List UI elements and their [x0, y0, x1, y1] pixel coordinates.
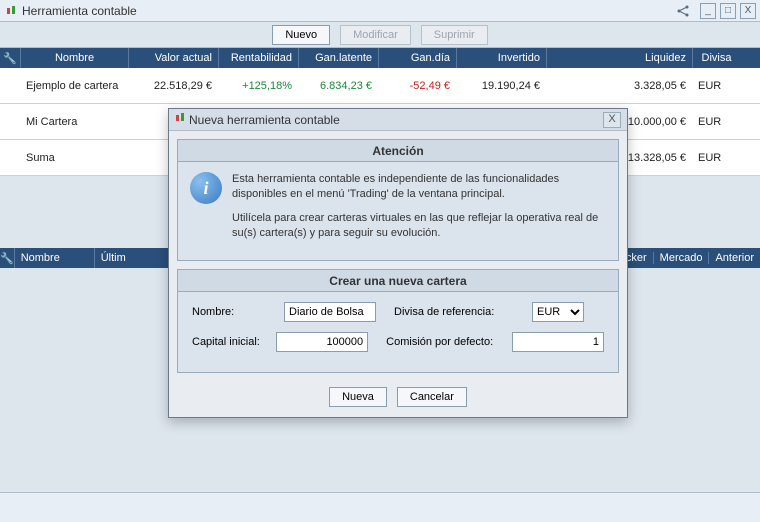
modificar-button: Modificar — [340, 25, 411, 45]
col-ultimo[interactable]: Últim — [94, 248, 144, 268]
attention-header: Atención — [178, 140, 618, 162]
col-valor[interactable]: Valor actual — [128, 48, 218, 68]
col-nombre[interactable]: Nombre — [20, 48, 128, 68]
comision-label: Comisión por defecto: — [386, 336, 504, 348]
window-title: Herramienta contable — [22, 4, 676, 18]
capital-input[interactable] — [276, 332, 368, 352]
capital-label: Capital inicial: — [192, 336, 268, 348]
divisa-select[interactable]: EUR — [532, 302, 584, 322]
nuevo-button[interactable]: Nuevo — [272, 25, 330, 45]
table-row[interactable]: Ejemplo de cartera 22.518,29 € +125,18% … — [0, 68, 760, 104]
dialog-title: Nueva herramienta contable — [189, 113, 603, 127]
attention-text: Esta herramienta contable es independien… — [232, 172, 606, 250]
minimize-button[interactable]: _ — [700, 3, 716, 19]
divisa-label: Divisa de referencia: — [394, 306, 524, 318]
wrench-icon[interactable]: 🔧 — [0, 252, 14, 265]
dialog-close-button[interactable]: X — [603, 112, 621, 128]
nombre-label: Nombre: — [192, 306, 276, 318]
info-icon: i — [190, 172, 222, 204]
nueva-button[interactable]: Nueva — [329, 387, 387, 407]
create-header: Crear una nueva cartera — [178, 270, 618, 292]
maximize-button[interactable]: □ — [720, 3, 736, 19]
create-panel: Crear una nueva cartera Nombre: Divisa d… — [177, 269, 619, 373]
col-ganlat[interactable]: Gan.latente — [298, 48, 378, 68]
col-rent[interactable]: Rentabilidad — [218, 48, 298, 68]
suprimir-button: Suprimir — [421, 25, 488, 45]
cancelar-button[interactable]: Cancelar — [397, 387, 467, 407]
close-button[interactable]: X — [740, 3, 756, 19]
dialog-button-row: Nueva Cancelar — [169, 381, 627, 417]
col-anterior[interactable]: Anterior — [708, 252, 760, 264]
col-liquidez[interactable]: Liquidez — [546, 48, 692, 68]
app-icon — [4, 4, 18, 18]
status-bar — [0, 492, 760, 522]
new-portfolio-dialog: Nueva herramienta contable X Atención i … — [168, 108, 628, 418]
col-mercado[interactable]: Mercado — [653, 252, 709, 264]
col-divisa[interactable]: Divisa — [692, 48, 740, 68]
share-icon[interactable] — [676, 4, 690, 18]
attention-panel: Atención i Esta herramienta contable es … — [177, 139, 619, 261]
main-toolbar: Nuevo Modificar Suprimir — [0, 22, 760, 48]
dialog-titlebar: Nueva herramienta contable X — [169, 109, 627, 131]
comision-input[interactable] — [512, 332, 604, 352]
portfolio-table-header: 🔧 Nombre Valor actual Rentabilidad Gan.l… — [0, 48, 760, 68]
col-invertido[interactable]: Invertido — [456, 48, 546, 68]
wrench-icon[interactable]: 🔧 — [0, 52, 20, 65]
col-gandia[interactable]: Gan.día — [378, 48, 456, 68]
app-icon — [175, 111, 185, 129]
window-titlebar: Herramienta contable _ □ X — [0, 0, 760, 22]
nombre-input[interactable] — [284, 302, 376, 322]
col-nombre2[interactable]: Nombre — [14, 248, 94, 268]
